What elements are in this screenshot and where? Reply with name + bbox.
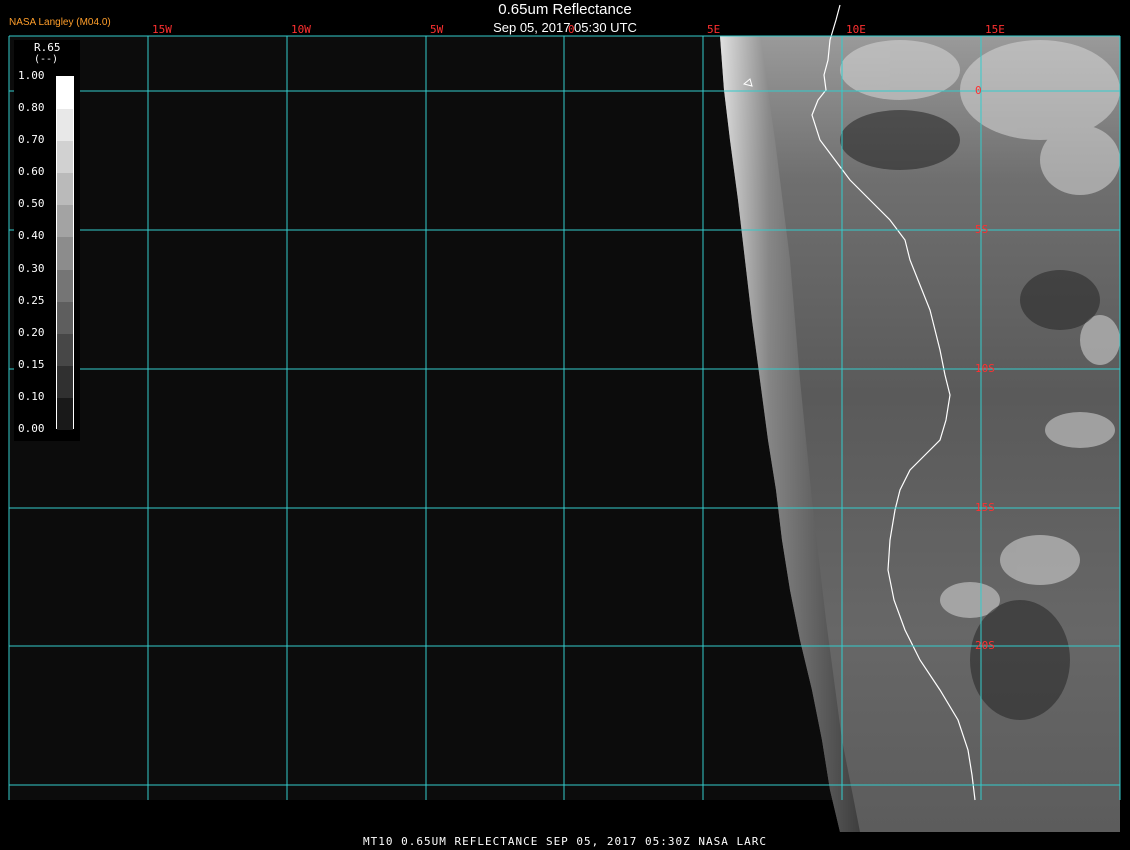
- legend-swatch: [57, 397, 73, 430]
- legend-swatch: [57, 333, 73, 366]
- legend-tick-label: 0.40: [18, 229, 45, 243]
- legend-swatch: [57, 269, 73, 302]
- legend-swatch: [57, 173, 73, 206]
- legend-tick-label: 0.00: [18, 422, 45, 435]
- legend-swatch: [57, 301, 73, 334]
- colorbar-legend: R.65 (--) 1.00 0.80 0.70 0.60 0.50 0.40 0.30 0.…: [14, 40, 80, 441]
- legend-swatch: [57, 77, 73, 110]
- latitude-label: 15S: [975, 501, 995, 514]
- legend-tick-label: 0.60: [18, 165, 45, 179]
- legend-tick-label: 1.00: [18, 69, 45, 82]
- satellite-map: 15W 10W 5W 0 5E 10E 15E05S10S15S20S: [0, 0, 1130, 850]
- legend-tick-label: 0.15: [18, 357, 45, 371]
- legend-swatch: [57, 205, 73, 238]
- legend-units: (--): [34, 54, 59, 65]
- page-title: 0.65um Reflectance: [498, 1, 632, 18]
- legend-tick-label: 0.50: [18, 197, 45, 211]
- legend-tick-label: 0.10: [18, 389, 45, 403]
- legend-title: R.65: [34, 41, 61, 54]
- latitude-label: 5S: [975, 223, 988, 236]
- legend-swatch: [57, 237, 73, 270]
- legend-swatch: [57, 109, 73, 142]
- timestamp: Sep 05, 2017 05:30 UTC: [493, 20, 637, 35]
- latitude-label: 10S: [975, 362, 995, 375]
- legend-tick-label: 0.25: [18, 293, 45, 307]
- legend-tick-label: 0.80: [18, 101, 45, 115]
- legend-tick-label: 0.70: [18, 133, 45, 147]
- legend-swatch: [57, 365, 73, 398]
- legend-swatch: [57, 141, 73, 174]
- legend-tick-label: 0.30: [18, 261, 45, 275]
- legend-colorbar: [56, 76, 74, 430]
- latitude-label: 0: [975, 84, 982, 97]
- footer-caption: MT10 0.65UM REFLECTANCE SEP 05, 2017 05:…: [363, 835, 767, 848]
- latitude-label: 20S: [975, 639, 995, 652]
- legend-tick-label: 0.20: [18, 325, 45, 339]
